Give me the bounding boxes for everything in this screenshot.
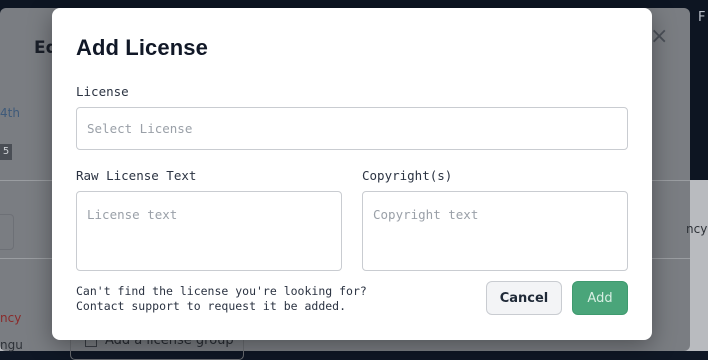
copyright-label: Copyright(s) bbox=[362, 168, 453, 183]
dialog-title: Add License bbox=[76, 35, 208, 60]
help-text-line: Can't find the license you're looking fo… bbox=[76, 284, 367, 298]
background-link-fragment: 4th bbox=[0, 106, 20, 120]
license-label: License bbox=[76, 84, 129, 99]
add-license-dialog: Add License License Raw License Text Cop… bbox=[52, 8, 652, 340]
background-badge: 5 bbox=[0, 144, 12, 160]
background-text-fragment: ncy bbox=[686, 222, 708, 236]
background-close-icon[interactable]: × bbox=[650, 26, 668, 48]
background-text-fragment: ncy bbox=[0, 311, 22, 325]
help-text: Can't find the license you're looking fo… bbox=[76, 284, 367, 314]
cancel-button[interactable]: Cancel bbox=[486, 281, 562, 315]
help-text-line: Contact support to request it be added. bbox=[76, 299, 347, 313]
background-select bbox=[0, 214, 14, 250]
raw-license-text-field[interactable] bbox=[76, 191, 342, 271]
raw-license-text-label: Raw License Text bbox=[76, 168, 197, 183]
license-select[interactable] bbox=[76, 107, 628, 150]
background-top-text: F bbox=[698, 10, 706, 25]
copyright-text-field[interactable] bbox=[362, 191, 628, 271]
add-button[interactable]: Add bbox=[572, 281, 628, 315]
background-text-fragment: ngu bbox=[0, 338, 23, 352]
